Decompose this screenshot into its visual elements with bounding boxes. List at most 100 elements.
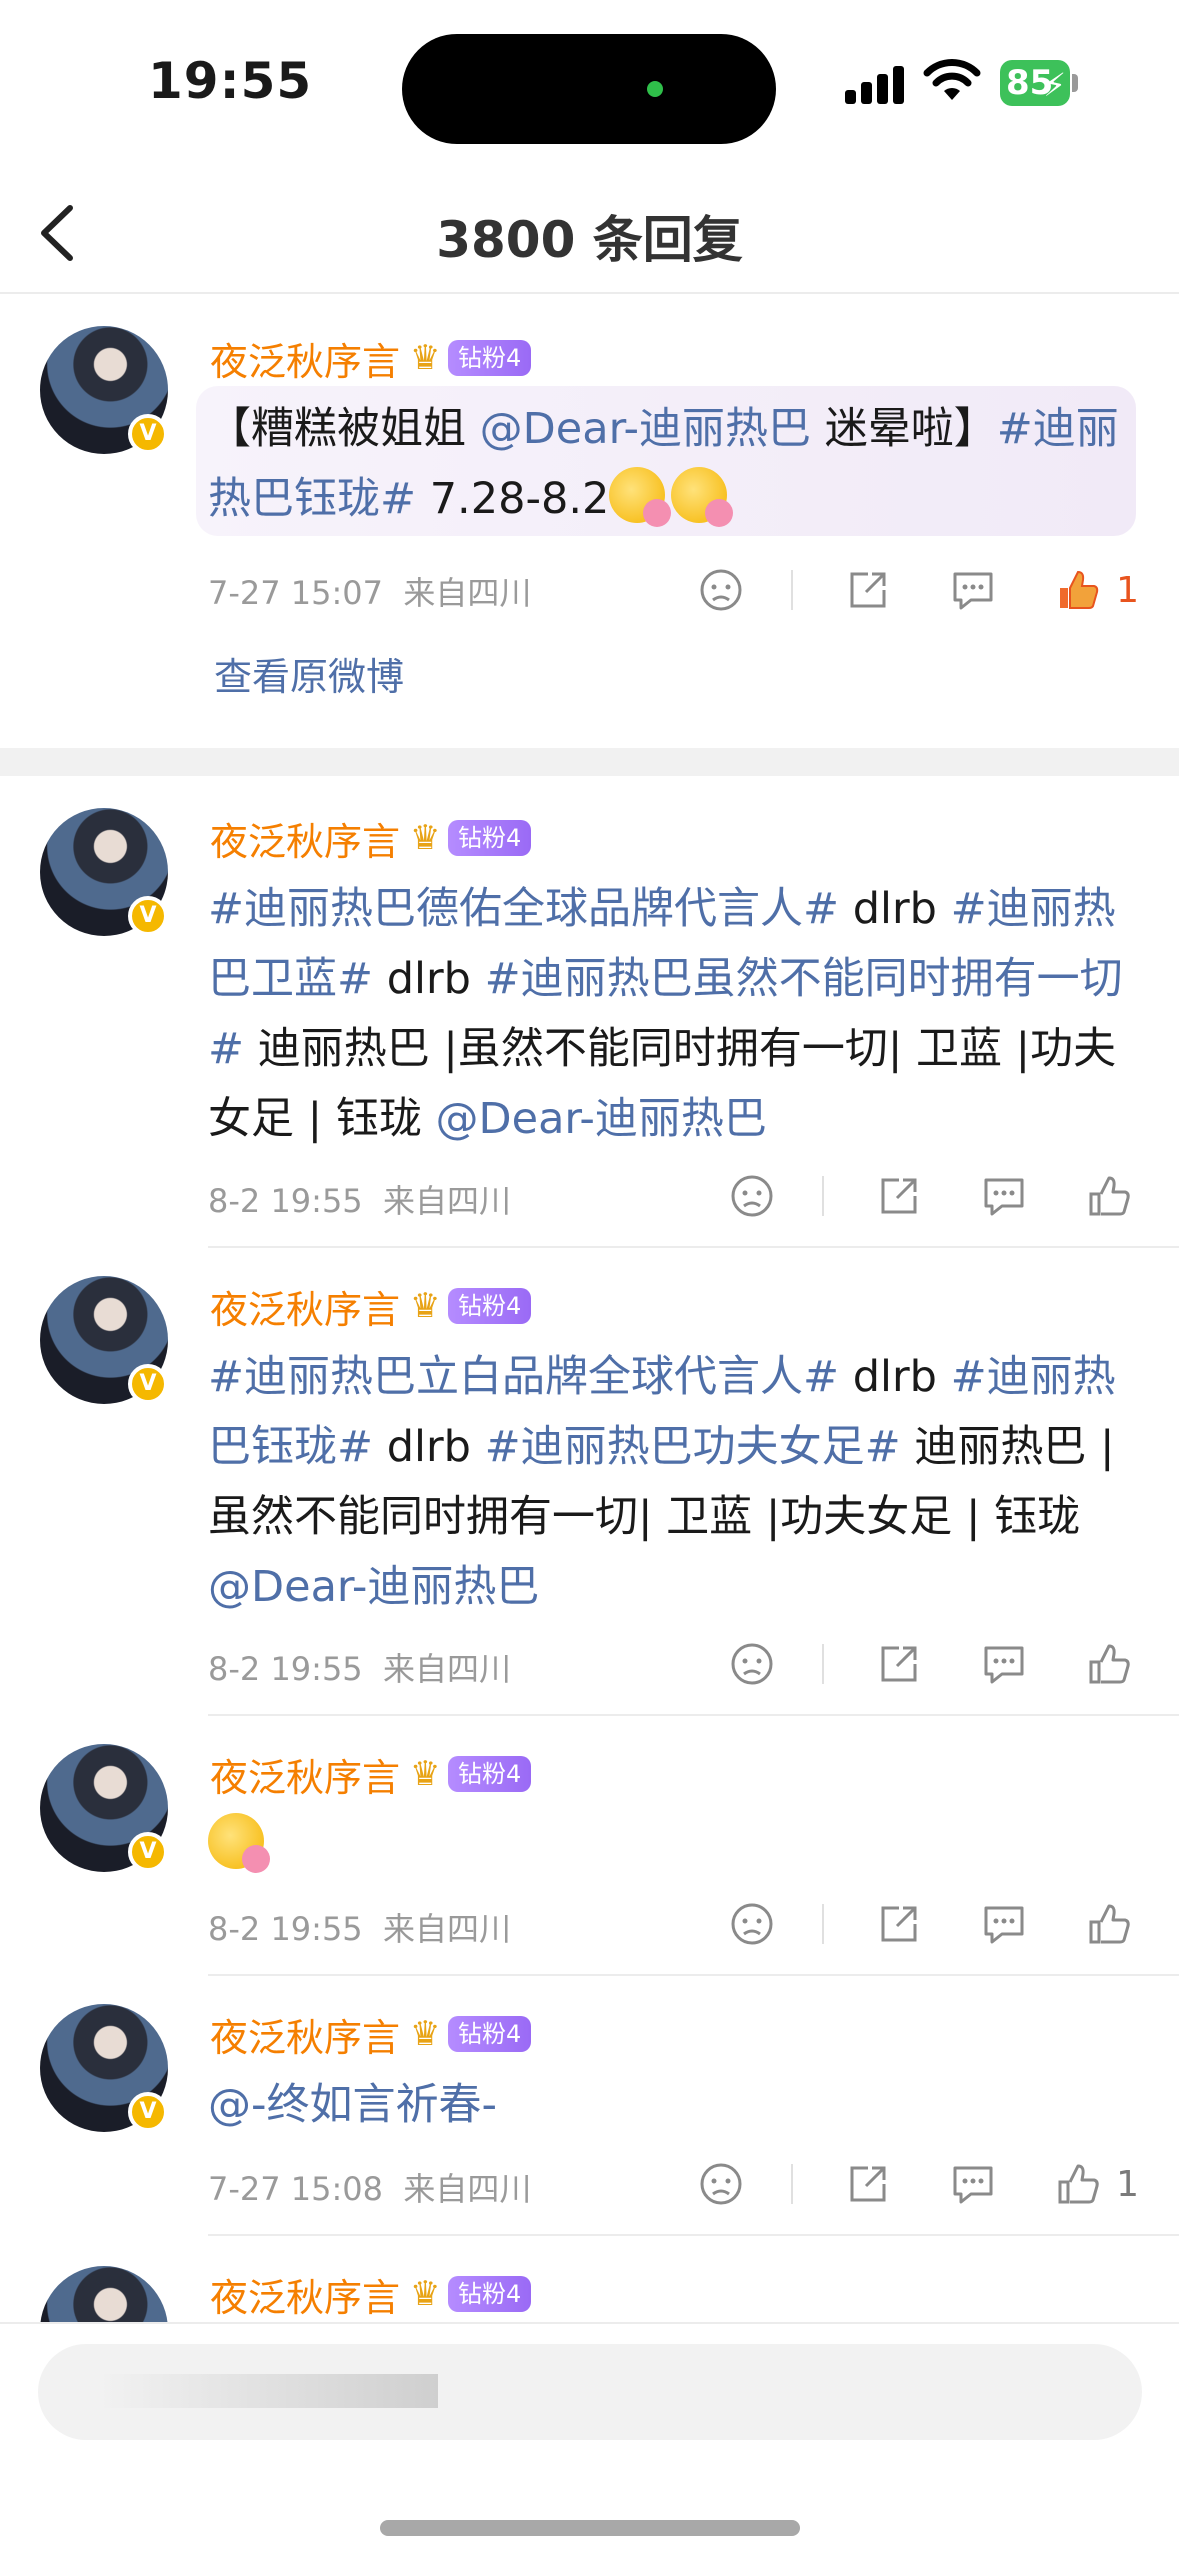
- comment-divider: [208, 1974, 1179, 1976]
- verified-v-icon: V: [128, 414, 168, 454]
- username-row: 夜泛秋序言 ♛ 钻粉4: [210, 2266, 532, 2322]
- topic-link[interactable]: #迪丽热巴德佑全球品牌代言人#: [208, 884, 839, 934]
- section-divider: [0, 748, 1179, 776]
- fan-badge: 钻粉4: [448, 1756, 532, 1792]
- cellular-signal-icon: [845, 62, 905, 104]
- topic-link[interactable]: #迪丽热巴立白品牌全球代言人#: [208, 1352, 839, 1402]
- comment-divider: [208, 2234, 1179, 2236]
- comment-location: 来自四川: [383, 1910, 512, 1948]
- verified-v-icon: V: [128, 1364, 168, 1404]
- dislike-face-icon[interactable]: [691, 560, 751, 620]
- action-separator: [791, 2164, 794, 2204]
- view-original-link[interactable]: 查看原微博: [214, 646, 404, 701]
- battery-cap: [1072, 74, 1078, 92]
- username[interactable]: 夜泛秋序言: [210, 1279, 400, 1334]
- fan-badge: 钻粉4: [448, 2016, 532, 2052]
- share-icon[interactable]: [838, 2154, 898, 2214]
- comment-date: 8-2 19:55: [208, 1650, 363, 1688]
- comment-location: 来自四川: [403, 574, 532, 612]
- comment-text: #迪丽热巴立白品牌全球代言人# dlrb #迪丽热巴钰珑# dlrb #迪丽热巴…: [208, 1342, 1139, 1622]
- comment-actions: 1: [646, 560, 1139, 620]
- comment-meta: 8-2 19:55 来自四川: [208, 1176, 511, 1222]
- nav-header: 3800 条回复: [0, 170, 1179, 294]
- comment-icon[interactable]: [974, 1894, 1034, 1954]
- comment-location: 来自四川: [383, 1650, 512, 1688]
- like-button[interactable]: 1: [1048, 2154, 1139, 2214]
- comment-icon[interactable]: [943, 560, 1003, 620]
- like-thumb-icon: [1058, 2164, 1099, 2204]
- comment-actions: [677, 1634, 1139, 1694]
- verified-v-icon: V: [128, 1832, 168, 1872]
- mention-link[interactable]: @Dear-迪丽热巴: [208, 1562, 539, 1612]
- camera-indicator-icon: [647, 81, 663, 97]
- comment-meta: 8-2 19:55 来自四川: [208, 1644, 511, 1690]
- mention-link[interactable]: @-终如言祈春-: [208, 2080, 497, 2130]
- like-thumb-icon[interactable]: [1079, 1166, 1139, 1226]
- page-title: 3800 条回复: [436, 211, 743, 269]
- dynamic-island: [402, 34, 776, 144]
- action-separator: [822, 1644, 824, 1684]
- status-time: 19:55: [148, 52, 313, 110]
- text-segment: dlrb: [839, 884, 951, 934]
- comment-date: 7-27 15:08: [208, 2170, 384, 2208]
- verified-v-icon: V: [128, 2092, 168, 2132]
- dislike-face-icon[interactable]: [722, 1634, 782, 1694]
- share-icon[interactable]: [869, 1166, 929, 1226]
- username[interactable]: 夜泛秋序言: [210, 331, 400, 386]
- like-thumb-icon[interactable]: [1079, 1894, 1139, 1954]
- comment-date: 8-2 19:55: [208, 1910, 363, 1948]
- mention-link[interactable]: @Dear-迪丽热巴: [436, 1094, 767, 1144]
- status-bar: 19:55 85 ⚡: [0, 0, 1179, 170]
- fan-badge: 钻粉4: [448, 820, 532, 856]
- home-indicator[interactable]: [380, 2520, 800, 2536]
- topic-link[interactable]: #迪丽热巴功夫女足#: [485, 1422, 901, 1472]
- comment-text: @-终如言祈春-: [208, 2070, 1139, 2140]
- comment-text: 【糟糕被姐姐 @Dear-迪丽热巴 迷晕啦】#迪丽热巴钰珑# 7.28-8.2: [208, 394, 1123, 534]
- comment-divider: [208, 1246, 1179, 1248]
- share-icon[interactable]: [838, 560, 898, 620]
- dislike-face-icon[interactable]: [722, 1166, 782, 1226]
- comment-actions: [677, 1166, 1139, 1226]
- blushing-emoji-icon: [208, 1813, 270, 1873]
- action-separator: [791, 570, 794, 610]
- comment-icon[interactable]: [974, 1166, 1034, 1226]
- text-segment: 迷晕啦】: [811, 404, 997, 454]
- username[interactable]: 夜泛秋序言: [210, 1747, 400, 1802]
- username-row: 夜泛秋序言 ♛ 钻粉4: [210, 1746, 532, 1802]
- like-count: 1: [1116, 569, 1139, 611]
- comment-actions: [677, 1894, 1139, 1954]
- comment-text: [208, 1810, 1139, 1880]
- fan-badge: 钻粉4: [448, 340, 532, 376]
- comment-date: 8-2 19:55: [208, 1182, 363, 1220]
- bottom-bar: [0, 2322, 1179, 2556]
- charging-bolt-icon: ⚡: [1043, 66, 1066, 104]
- share-icon[interactable]: [869, 1894, 929, 1954]
- reply-input-placeholder: [98, 2374, 438, 2408]
- verified-v-icon: V: [128, 896, 168, 936]
- text-segment: 【糟糕被姐姐: [208, 404, 480, 454]
- dislike-face-icon[interactable]: [691, 2154, 751, 2214]
- emoji-icon: [609, 467, 672, 527]
- comment-icon[interactable]: [943, 2154, 1003, 2214]
- like-count: 1: [1116, 2163, 1139, 2205]
- username-row: 夜泛秋序言 ♛ 钻粉4: [210, 2006, 532, 2062]
- username[interactable]: 夜泛秋序言: [210, 2267, 400, 2322]
- comment-meta: 7-27 15:08 来自四川: [208, 2164, 531, 2210]
- battery-indicator: 85 ⚡: [1000, 60, 1070, 106]
- comment-date: 7-27 15:07: [208, 574, 384, 612]
- reply-input[interactable]: [38, 2344, 1142, 2440]
- like-button[interactable]: 1: [1048, 560, 1139, 620]
- mention-link[interactable]: @Dear-迪丽热巴: [480, 404, 811, 454]
- text-segment: dlrb: [373, 954, 485, 1004]
- comment-location: 来自四川: [403, 2170, 532, 2208]
- comment-icon[interactable]: [974, 1634, 1034, 1694]
- fan-badge: 钻粉4: [448, 2276, 532, 2312]
- username[interactable]: 夜泛秋序言: [210, 811, 400, 866]
- comment-meta: 8-2 19:55 来自四川: [208, 1904, 511, 1950]
- wifi-icon: [923, 59, 981, 100]
- share-icon[interactable]: [869, 1634, 929, 1694]
- username[interactable]: 夜泛秋序言: [210, 2007, 400, 2062]
- dislike-face-icon[interactable]: [722, 1894, 782, 1954]
- text-segment: dlrb: [373, 1422, 485, 1472]
- like-thumb-icon[interactable]: [1079, 1634, 1139, 1694]
